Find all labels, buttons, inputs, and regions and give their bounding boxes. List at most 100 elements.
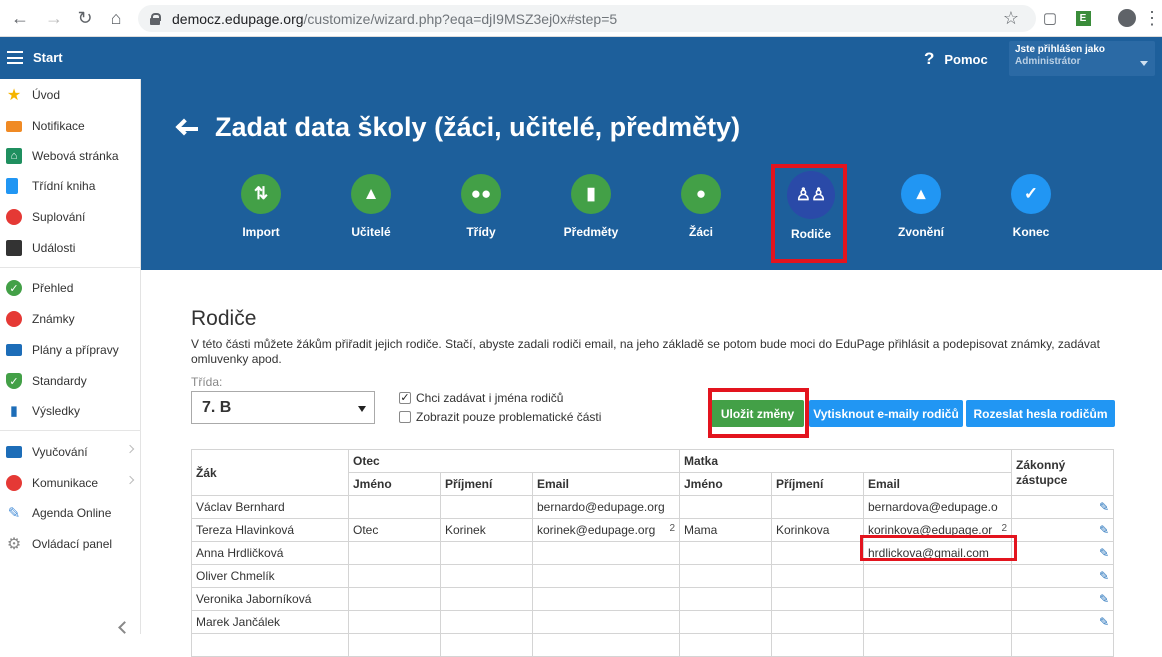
checkbox-checked[interactable]: ✓ — [399, 392, 411, 404]
home-icon[interactable]: ⌂ — [104, 6, 128, 30]
father-email-cell[interactable]: korinek@edupage.org 2 — [532, 518, 680, 542]
father-first-name-cell[interactable]: Otec — [348, 518, 441, 542]
father-first-name-cell[interactable] — [348, 541, 441, 565]
mother-email-cell[interactable] — [863, 633, 1012, 657]
sidebar-item-label: Události — [32, 241, 76, 255]
father-email-cell[interactable] — [532, 541, 680, 565]
mother-first-name-cell[interactable] — [679, 564, 772, 588]
extension-icon[interactable]: E — [1071, 6, 1095, 30]
sidebar-item-udalosti[interactable]: Události — [0, 233, 141, 263]
checkbox-problematic-only[interactable]: Zobrazit pouze problematické části — [399, 410, 601, 424]
sidebar-item-agenda-online[interactable]: ✎ Agenda Online — [0, 498, 141, 528]
sidebar-item-label: Suplování — [32, 210, 86, 224]
pencil-icon[interactable]: ✎ — [1099, 547, 1109, 559]
question-icon: ? — [924, 49, 935, 68]
pencil-icon[interactable]: ✎ — [1099, 616, 1109, 628]
sidebar-item-vyucovani[interactable]: Vyučování — [0, 437, 141, 467]
father-email-cell[interactable] — [532, 564, 680, 588]
send-passwords-button[interactable]: Rozeslat hesla rodičům — [966, 400, 1115, 427]
hamburger-icon[interactable] — [7, 51, 23, 64]
section-description: V této části můžete žákům přiřadit jejic… — [191, 337, 1100, 366]
sidebar-item-plany[interactable]: Plány a přípravy — [0, 335, 141, 365]
sidebar-item-ovladaci-panel[interactable]: ⚙ Ovládací panel — [0, 529, 141, 559]
mother-email-cell[interactable] — [863, 587, 1012, 611]
class-select[interactable]: 7. B — [191, 391, 375, 424]
father-first-name-cell[interactable] — [348, 633, 441, 657]
sidebar-item-suplovani[interactable]: Suplování — [0, 202, 141, 232]
father-first-name-cell[interactable] — [348, 495, 441, 519]
father-first-name-cell[interactable] — [348, 587, 441, 611]
sidebar-item-standardy[interactable]: ✓ Standardy — [0, 366, 141, 396]
father-last-name-cell[interactable] — [440, 495, 533, 519]
help-link[interactable]: ? Pomoc — [924, 49, 988, 69]
forward-icon[interactable]: → — [42, 6, 66, 30]
father-email-cell[interactable] — [532, 633, 680, 657]
mother-last-name-cell[interactable] — [771, 495, 864, 519]
step-konec[interactable]: ✓ Konec — [986, 174, 1076, 239]
guardian-cell: ✎ — [1011, 541, 1114, 565]
father-last-name-cell[interactable] — [440, 564, 533, 588]
mother-first-name-cell[interactable] — [679, 633, 772, 657]
step-predmety[interactable]: ▮ Předměty — [546, 174, 636, 239]
mother-first-name-cell[interactable] — [679, 541, 772, 565]
sidebar-item-uvod[interactable]: ★ Úvod — [0, 80, 141, 110]
mother-first-name-cell[interactable]: Mama — [679, 518, 772, 542]
mother-last-name-cell[interactable] — [771, 587, 864, 611]
step-zaci[interactable]: ● Žáci — [656, 174, 746, 239]
reload-icon[interactable]: ↻ — [73, 6, 97, 30]
pencil-icon[interactable]: ✎ — [1099, 501, 1109, 513]
pencil-icon[interactable]: ✎ — [1099, 524, 1109, 536]
step-ucitele[interactable]: ▲ Učitelé — [326, 174, 416, 239]
bookmark-star-icon[interactable]: ☆ — [999, 6, 1023, 30]
mother-first-name-cell[interactable] — [679, 610, 772, 634]
back-icon[interactable]: ← — [8, 6, 32, 30]
collapse-sidebar-icon[interactable] — [118, 621, 131, 634]
father-email-cell[interactable] — [532, 610, 680, 634]
sidebar-item-vysledky[interactable]: ▮ Výsledky — [0, 396, 141, 426]
profile-icon[interactable] — [1115, 6, 1139, 30]
father-email-cell[interactable]: bernardo@edupage.org — [532, 495, 680, 519]
sidebar-item-znamky[interactable]: Známky — [0, 304, 141, 334]
address-bar[interactable]: democz.edupage.org/customize/wizard.php?… — [138, 5, 1036, 32]
menu-icon[interactable]: ⋮ — [1140, 6, 1162, 30]
father-first-name-cell[interactable] — [348, 564, 441, 588]
mother-first-name-cell[interactable] — [679, 495, 772, 519]
sidebar-item-komunikace[interactable]: Komunikace — [0, 468, 141, 498]
mother-last-name-cell[interactable] — [771, 541, 864, 565]
print-emails-button[interactable]: Vytisknout e-maily rodičů — [809, 400, 963, 427]
start-link[interactable]: Start — [33, 50, 63, 65]
step-tridy[interactable]: ●● Třídy — [436, 174, 526, 239]
pencil-icon[interactable]: ✎ — [1099, 593, 1109, 605]
back-arrow-icon[interactable] — [175, 118, 198, 139]
user-menu[interactable]: Jste přihlášen jako Administrátor — [1009, 41, 1155, 76]
father-last-name-cell[interactable]: Korinek — [440, 518, 533, 542]
father-last-name-cell[interactable] — [440, 541, 533, 565]
mother-email-cell[interactable] — [863, 610, 1012, 634]
sidebar-item-webova-stranka[interactable]: ⌂ Webová stránka — [0, 141, 141, 171]
mother-email-cell[interactable]: bernardova@edupage.o — [863, 495, 1012, 519]
step-import[interactable]: ⇅ Import — [216, 174, 306, 239]
mother-first-name-cell[interactable] — [679, 587, 772, 611]
highlight-box — [860, 535, 1017, 561]
checkbox-parent-names[interactable]: ✓ Chci zadávat i jména rodičů — [399, 391, 563, 405]
father-last-name-cell[interactable] — [440, 587, 533, 611]
father-last-name-cell[interactable] — [440, 610, 533, 634]
sidebar-item-prehled[interactable]: ✓ Přehled — [0, 273, 141, 303]
mother-last-name-cell[interactable] — [771, 633, 864, 657]
pencil-icon[interactable]: ✎ — [1099, 570, 1109, 582]
sidebar-item-notifikace[interactable]: Notifikace — [0, 111, 141, 141]
mother-last-name-cell[interactable] — [771, 610, 864, 634]
mother-last-name-cell[interactable]: Korinkova — [771, 518, 864, 542]
mother-last-name-cell[interactable] — [771, 564, 864, 588]
step-zvoneni[interactable]: ▴ Zvonění — [876, 174, 966, 239]
father-email-cell[interactable] — [532, 587, 680, 611]
header-first-name: Jméno — [348, 472, 441, 496]
mother-email-cell[interactable] — [863, 564, 1012, 588]
sidebar-item-tridni-kniha[interactable]: Třídní kniha — [0, 171, 141, 201]
father-last-name-cell[interactable] — [440, 633, 533, 657]
checkbox-unchecked[interactable] — [399, 411, 411, 423]
father-first-name-cell[interactable] — [348, 610, 441, 634]
section-title: Rodiče — [191, 307, 257, 330]
screen-capture-icon[interactable]: ▢ — [1038, 6, 1062, 30]
pencil-icon: ✎ — [7, 505, 21, 522]
